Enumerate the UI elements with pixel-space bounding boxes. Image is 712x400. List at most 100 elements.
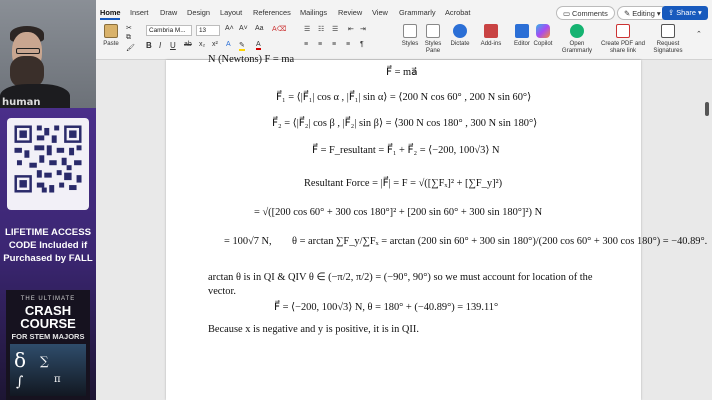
copilot-label: Copilot [533,40,553,47]
eq-resultant: Resultant Force = |F⃗| = F = √([∑Fₓ]² + … [304,178,503,189]
bold-icon[interactable]: B [146,41,152,50]
comments-label: Comments [572,9,608,18]
doc-line-top: N (Newtons) F = ma [208,54,295,65]
shrink-font-icon[interactable]: A˅ [239,25,248,32]
tab-review[interactable]: Review [338,8,362,17]
editing-button[interactable]: ✎ Editing ▾ [617,6,668,20]
pencil-icon: ✎ [624,9,633,18]
comment-icon: ▭ [563,9,573,18]
eq-fma: F⃗ = ma⃗ [386,67,418,78]
tab-references[interactable]: References [253,8,291,17]
styles-pane-label: Styles Pane [424,40,442,54]
tab-design[interactable]: Design [187,8,210,17]
eq-f2: F⃗₂ = ⟨|F⃗₂| cos β , |F⃗₂| sin β⟩ = ⟨300… [272,118,538,129]
addins-label: Add-ins [480,40,502,47]
tab-insert[interactable]: Insert [130,8,148,17]
styles-button[interactable]: Styles [398,24,422,47]
pi-glyph: π [54,374,61,385]
align-right-icon[interactable]: ≡ [332,41,336,48]
grammarly-label: Open Grammarly [561,40,593,54]
align-center-icon[interactable]: ≡ [318,41,322,48]
dictate-label: Dictate [450,40,470,47]
clipboard-icon [104,24,118,38]
highlight-icon[interactable]: ✎ [239,41,245,51]
integral-glyph: ∫ [16,374,24,390]
vertical-scrollbar[interactable] [705,102,709,116]
dictate-button[interactable]: Dictate [448,24,472,47]
editor-icon [515,24,529,38]
tab-grammarly[interactable]: Grammarly [399,8,436,17]
align-left-icon[interactable]: ≡ [304,41,308,48]
qr-code[interactable] [7,118,89,210]
promo-panel: LIFETIME ACCESS CODE Included if Purchas… [0,108,96,400]
book-art: δ ∑ ∫ π [10,344,86,396]
styles-label: Styles [401,40,419,47]
font-color-icon[interactable]: A [256,41,261,50]
editor-button[interactable]: Editor [512,24,532,47]
styles-pane-button[interactable]: Styles Pane [421,24,445,54]
tab-acrobat[interactable]: Acrobat [445,8,470,17]
request-signatures-button[interactable]: Request Signatures [648,24,688,54]
cut-icon[interactable]: ✂ [126,24,132,32]
word-ribbon: Home Insert Draw Design Layout Reference… [96,0,712,60]
book-title: CRASH COURSE [20,303,76,331]
para-arctan: arctan θ is in QI & QIV θ ∈ (−π/2, π/2) … [208,272,593,283]
microphone-icon [453,24,467,38]
strikethrough-icon[interactable]: ab [184,41,192,48]
paragraph-mark-icon[interactable]: ¶ [360,41,364,48]
ribbon-collapse-icon[interactable]: ⌃ [696,30,702,38]
open-grammarly-button[interactable]: Open Grammarly [558,24,596,54]
document-page[interactable]: N (Newtons) F = ma F⃗ = ma⃗ F⃗₁ = ⟨|F⃗₁|… [166,54,707,400]
tab-mailings[interactable]: Mailings [300,8,327,17]
styles-icon [403,24,417,38]
copilot-icon [536,24,550,38]
eq-mag: = 100√7 N, [224,236,272,247]
superscript-icon[interactable]: x² [212,41,218,48]
styles-pane-icon [426,24,440,38]
copy-icon[interactable]: ⧉ [126,34,131,42]
webcam-feed: human [0,0,96,108]
copilot-button[interactable]: Copilot [532,24,554,47]
tab-home[interactable]: Home [100,8,121,17]
decrease-indent-icon[interactable]: ⇤ [348,25,354,33]
bullets-icon[interactable]: ☰ [304,25,310,33]
paste-button[interactable]: Paste [102,24,120,47]
italic-icon[interactable]: I [159,41,161,50]
eq-f1: F⃗₁ = ⟨|F⃗₁| cos α , |F⃗₁| sin α⟩ = ⟨200… [276,92,532,103]
share-button[interactable]: ⇪ Share ▾ [662,6,708,20]
underline-icon[interactable]: U [170,41,176,50]
share-icon: ⇪ [668,8,677,17]
qr-code-icon [12,123,84,195]
active-tab-indicator [100,18,120,20]
eq-theta: θ = arctan ∑F_y/∑Fₓ = arctan (200 sin 60… [292,236,708,247]
justify-icon[interactable]: ≡ [346,41,350,48]
eq-final: F⃗ = ⟨−200, 100√3⟩ N, θ = 180° + (−40.89… [274,302,499,313]
font-name-select[interactable]: Cambria M... [146,25,192,36]
shirt-text: human [2,97,41,108]
editing-label: Editing [632,9,655,18]
text-effects-icon[interactable]: A [226,41,231,48]
subscript-icon[interactable]: x₂ [199,41,205,48]
increase-indent-icon[interactable]: ⇥ [360,25,366,33]
tab-layout[interactable]: Layout [220,8,242,17]
comments-button[interactable]: ▭ Comments [556,6,615,20]
tab-draw[interactable]: Draw [160,8,177,17]
multilevel-icon[interactable]: ☰ [332,25,338,33]
numbering-icon[interactable]: ☷ [318,25,324,33]
pdf-icon [616,24,630,38]
format-painter-icon[interactable]: 🖌 [126,44,135,52]
share-label: Share [676,8,696,17]
create-pdf-button[interactable]: Create PDF and share link [600,24,646,54]
book-top-text: THE ULTIMATE [20,296,76,302]
book-cover: THE ULTIMATE CRASH COURSE FOR STEM MAJOR… [6,290,90,400]
grammarly-icon [570,24,584,38]
tab-view[interactable]: View [372,8,388,17]
delta-glyph: δ [14,348,27,372]
clear-format-icon[interactable]: A⌫ [272,25,287,33]
presenter-glasses [16,48,40,54]
promo-text: LIFETIME ACCESS CODE Included if Purchas… [3,227,93,264]
change-case-icon[interactable]: Aa [255,25,264,32]
font-size-select[interactable]: 13 [196,25,220,36]
grow-font-icon[interactable]: A˄ [225,25,234,32]
addins-button[interactable]: Add-ins [478,24,504,47]
